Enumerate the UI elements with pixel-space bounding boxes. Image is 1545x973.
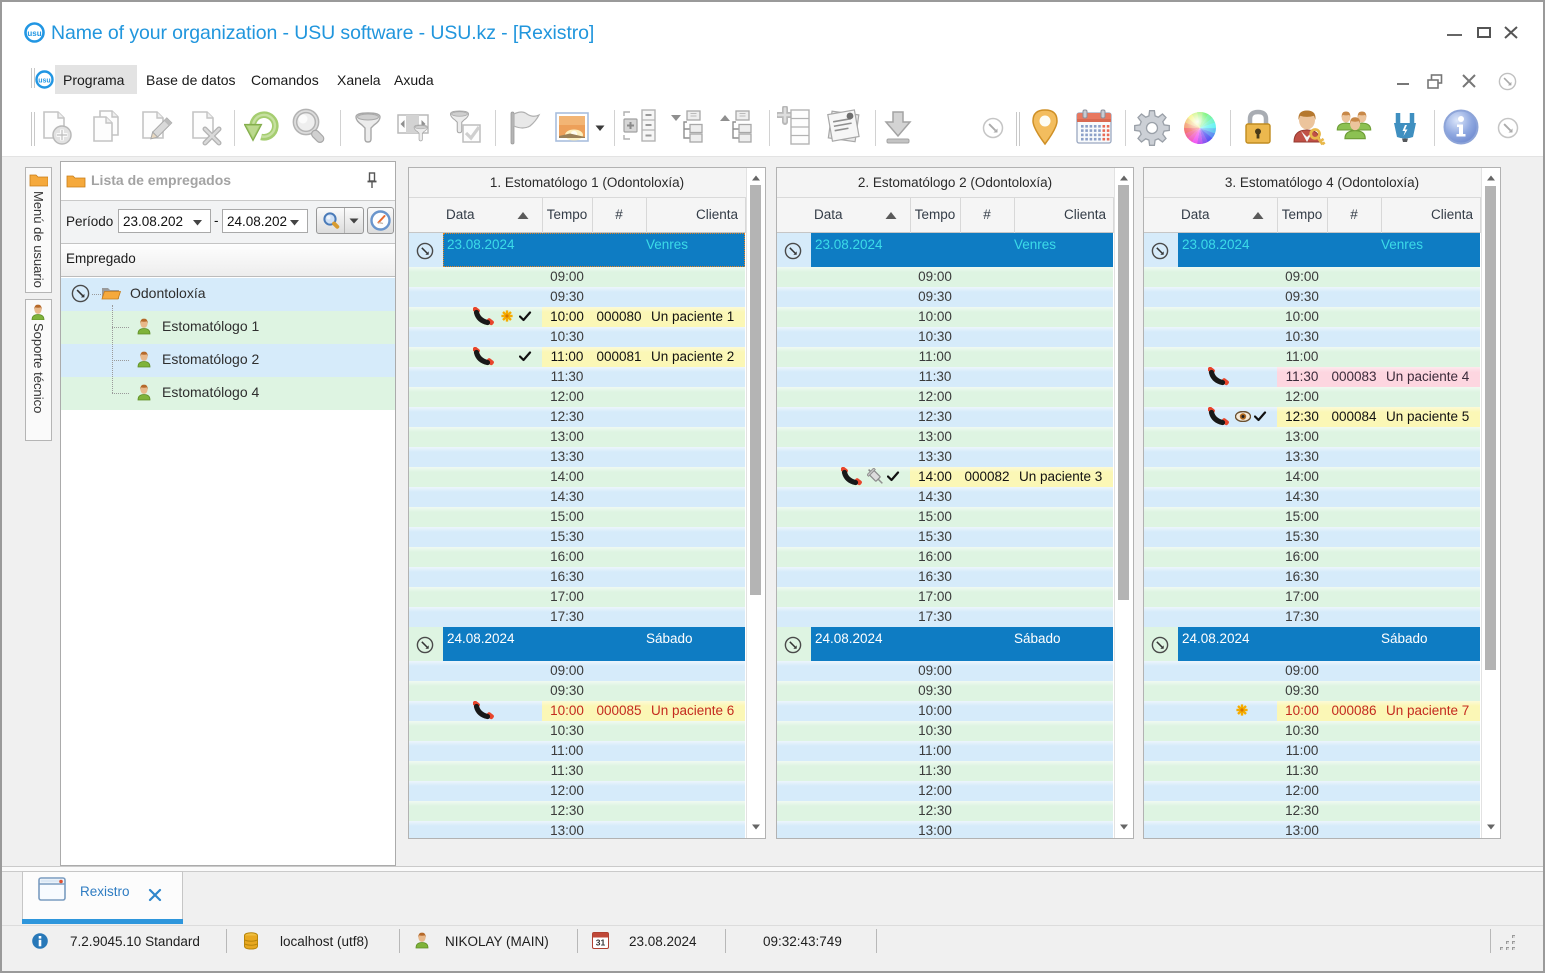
svg-text:usu: usu (27, 29, 41, 38)
svg-text:usu: usu (38, 78, 50, 85)
svg-text:31: 31 (596, 938, 606, 948)
